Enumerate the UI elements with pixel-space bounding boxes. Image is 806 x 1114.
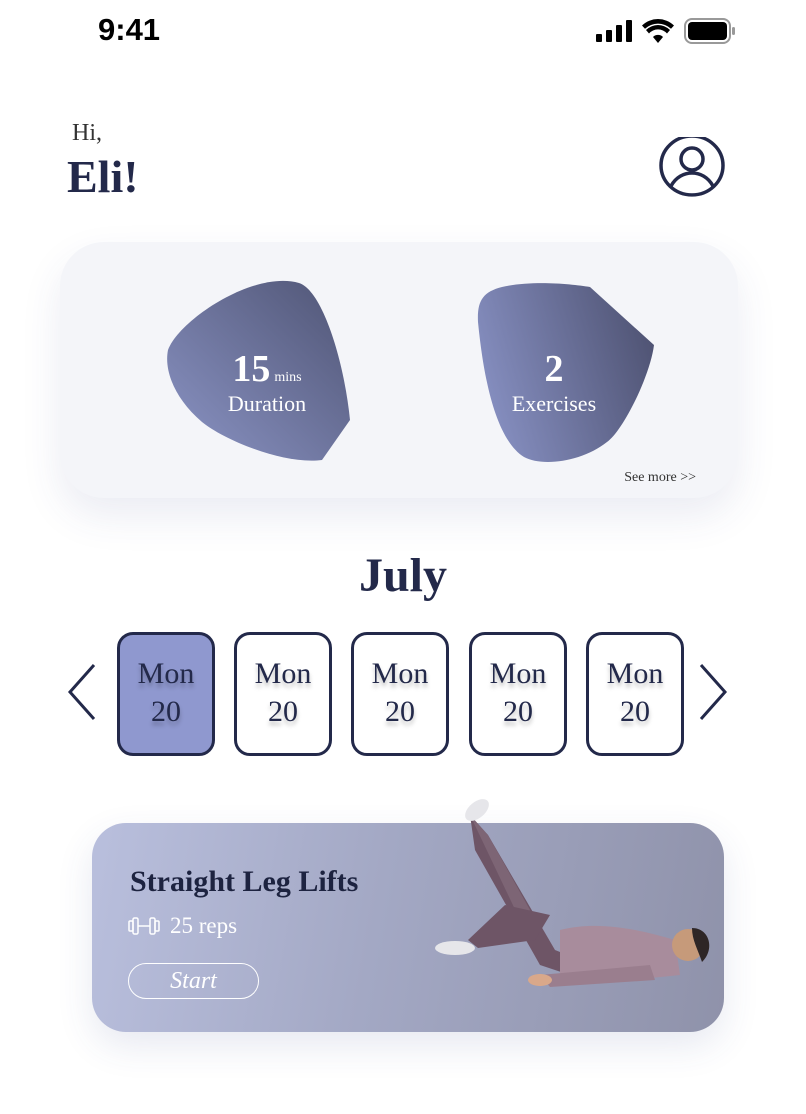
see-more-link[interactable]: See more >> — [624, 470, 696, 486]
exercise-illustration — [435, 799, 710, 987]
day-item[interactable]: Mon 20 — [586, 632, 684, 756]
battery-icon — [684, 18, 735, 44]
status-time: 9:41 — [98, 12, 161, 47]
stats-card: 15 mins Duration 2 Exercises See more >> — [60, 242, 738, 498]
profile-icon[interactable] — [658, 137, 726, 197]
day-date: 20 — [385, 695, 415, 728]
start-button[interactable]: Start — [128, 963, 259, 999]
day-item[interactable]: Mon 20 — [234, 632, 332, 756]
exercises-value: 2 — [544, 348, 564, 390]
duration-stat: 15 mins Duration — [167, 347, 367, 417]
month-title: July — [358, 549, 448, 602]
day-date: 20 — [503, 695, 533, 728]
wifi-icon — [642, 19, 674, 43]
exercise-reps: 25 reps — [128, 913, 237, 939]
exercise-title: Straight Leg Lifts — [130, 865, 359, 898]
exercises-label: Exercises — [511, 391, 597, 416]
dumbbell-icon — [128, 917, 160, 935]
day-weekday: Mon — [137, 657, 195, 690]
duration-unit: mins — [274, 370, 302, 385]
greeting-hi: Hi, — [72, 120, 102, 146]
chevron-right-icon[interactable] — [697, 662, 729, 722]
day-date: 20 — [268, 695, 298, 728]
duration-value: 15 — [232, 348, 271, 390]
duration-label: Duration — [227, 391, 307, 416]
day-date: 20 — [151, 695, 181, 728]
day-date: 20 — [620, 695, 650, 728]
day-weekday: Mon — [489, 657, 547, 690]
signal-icon — [596, 20, 632, 42]
exercises-stat: 2 Exercises — [454, 347, 654, 417]
status-icons — [596, 18, 736, 44]
day-item[interactable]: Mon 20 — [469, 632, 567, 756]
day-weekday: Mon — [606, 657, 664, 690]
day-item[interactable]: Mon 20 — [351, 632, 449, 756]
reps-text: 25 reps — [170, 913, 238, 938]
day-weekday: Mon — [371, 657, 429, 690]
user-name: Eli! — [67, 151, 139, 202]
chevron-left-icon[interactable] — [66, 662, 98, 722]
day-item-selected[interactable]: Mon 20 — [117, 632, 215, 756]
day-weekday: Mon — [254, 657, 312, 690]
